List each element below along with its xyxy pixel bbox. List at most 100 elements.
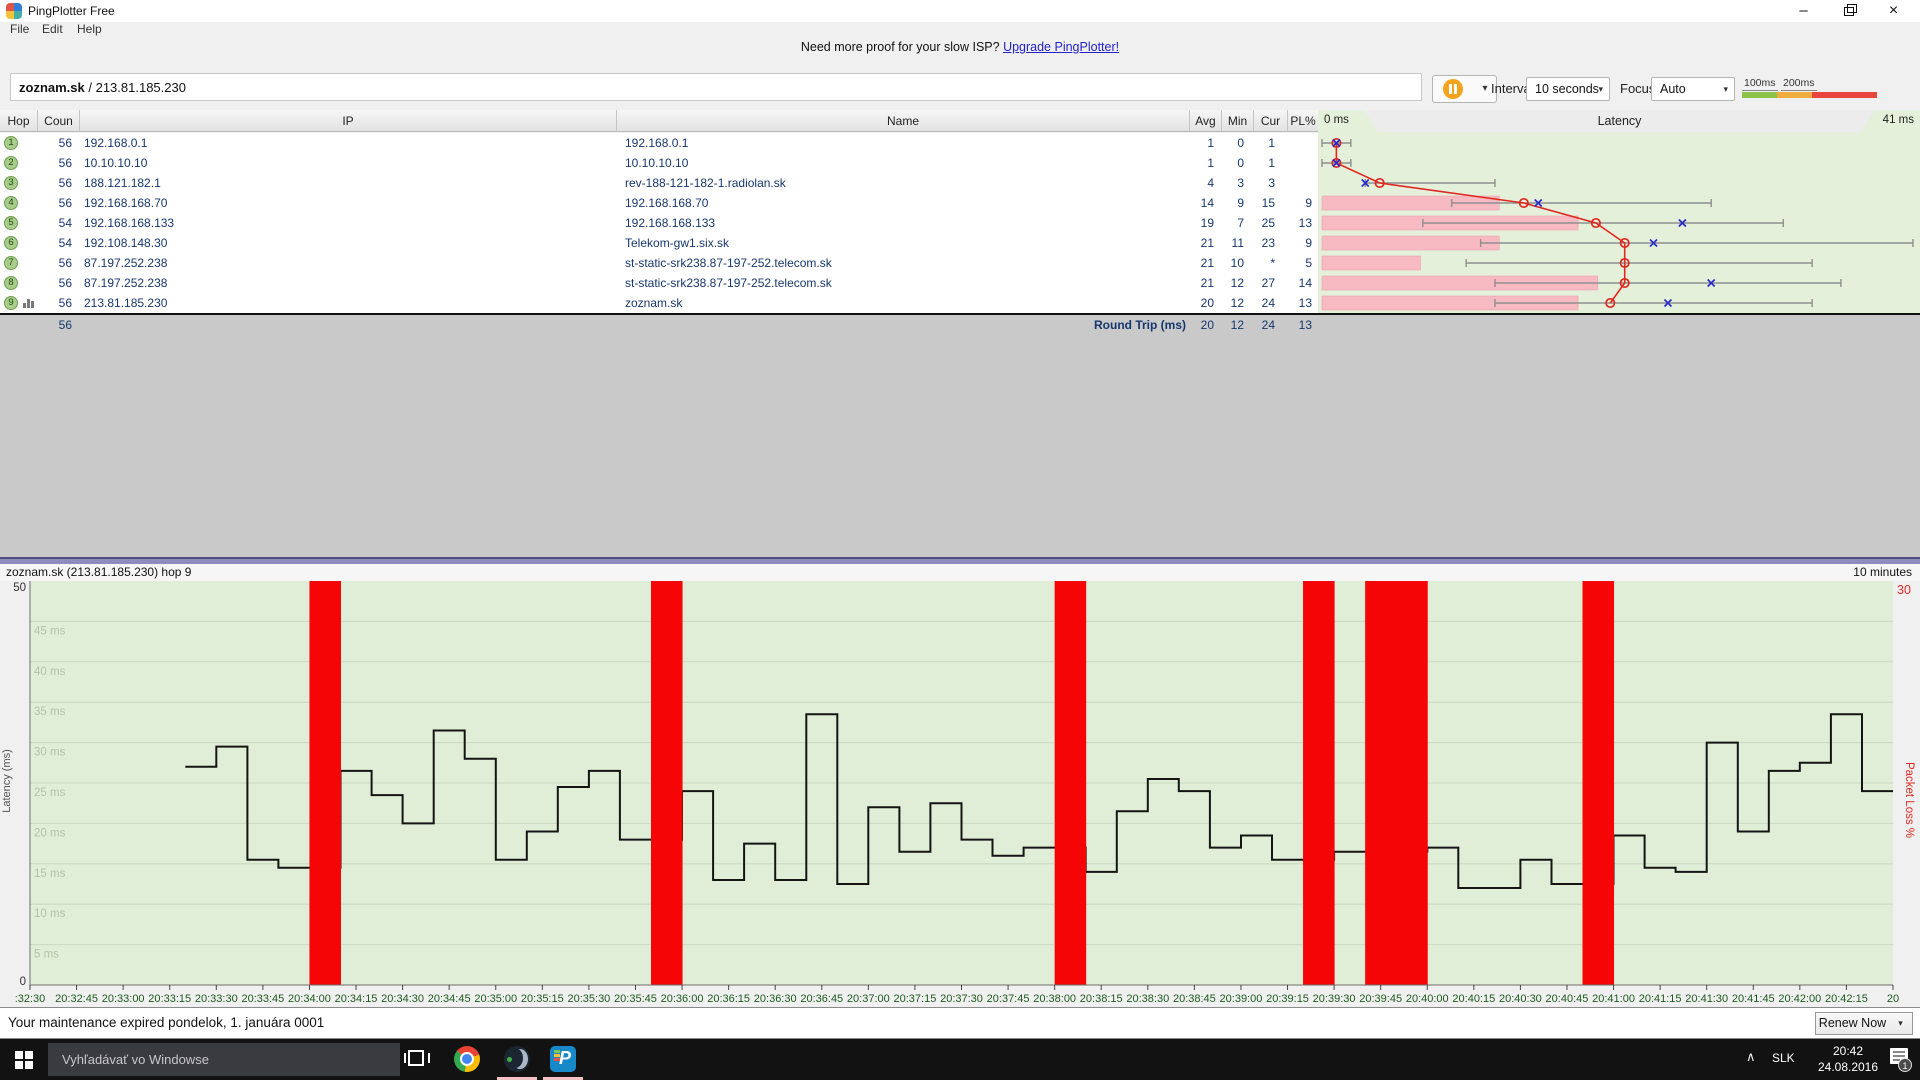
pl-cell: 13 [1278, 293, 1312, 313]
hop-row-8[interactable]: 85687.197.252.238st-static-srk238.87-197… [0, 273, 1318, 293]
ip-cell: 192.108.148.30 [84, 233, 167, 253]
timeline-graph[interactable]: 45 ms40 ms35 ms30 ms25 ms20 ms15 ms10 ms… [0, 581, 1920, 1007]
time-tick-label: 20:33:15 [148, 993, 191, 1005]
avg-cell: 14 [1182, 193, 1214, 213]
grid-label: 15 ms [34, 868, 66, 880]
windows-taskbar: Vyhľadávať vo Windowse P ∧ SLK 20:42 24.… [0, 1039, 1920, 1080]
pl-cell: 13 [1278, 213, 1312, 233]
hop-row-2[interactable]: 25610.10.10.1010.10.10.10101 [0, 153, 1318, 173]
time-tick-label: 20:42:15 [1825, 993, 1868, 1005]
latency-scale-max: 41 ms [1883, 114, 1914, 126]
grid-label: 40 ms [34, 666, 66, 678]
task-view-button[interactable] [404, 1048, 430, 1070]
target-address-box[interactable]: zoznam.sk / 213.81.185.230 [10, 73, 1422, 101]
focus-select[interactable]: Auto▾ [1651, 77, 1735, 101]
time-tick-label: 20:35:15 [521, 993, 564, 1005]
grid-label: 30 ms [34, 747, 66, 759]
packet-loss-bar [1322, 236, 1499, 250]
hop-table-body: 156192.168.0.1192.168.0.110125610.10.10.… [0, 133, 1318, 313]
time-tick-label: 20:38:30 [1126, 993, 1169, 1005]
grid-label: 45 ms [34, 625, 66, 637]
header-min[interactable]: Min [1222, 110, 1254, 132]
tray-date: 24.08.2016 [1810, 1059, 1886, 1075]
packet-loss-bar [1322, 256, 1421, 270]
pause-icon [1443, 79, 1463, 99]
hop-number-badge: 9 [4, 296, 18, 310]
time-tick-label: 20:38:45 [1173, 993, 1216, 1005]
pingplotter-window: PingPlotter Free – × File Edit Help Need… [0, 0, 1920, 1080]
latency-column-header: 0 ms Latency 41 ms [1318, 110, 1920, 133]
latency-color-legend [1742, 92, 1877, 98]
packet-loss-period [1365, 581, 1397, 985]
hop-row-3[interactable]: 356188.121.182.1rev-188-121-182-1.radiol… [0, 173, 1318, 193]
time-tick-label: :32:30 [15, 993, 46, 1005]
time-tick-label: 20:37:30 [940, 993, 983, 1005]
header-cur[interactable]: Cur [1254, 110, 1288, 132]
header-ip[interactable]: IP [80, 110, 617, 132]
clock[interactable]: 20:42 24.08.2016 [1810, 1043, 1886, 1075]
pl-cell: 5 [1278, 253, 1312, 273]
time-tick-label: 20:37:45 [987, 993, 1030, 1005]
hop-row-5[interactable]: 554192.168.168.133192.168.168.1331972513 [0, 213, 1318, 233]
time-tick-label: 20:39:30 [1313, 993, 1356, 1005]
header-pl[interactable]: PL% [1288, 110, 1318, 132]
hop-row-1[interactable]: 156192.168.0.1192.168.0.1101 [0, 133, 1318, 153]
status-bar: Your maintenance expired pondelok, 1. ja… [0, 1007, 1920, 1039]
cur-cell: 3 [1243, 173, 1275, 193]
time-tick-label: 20:40:45 [1546, 993, 1589, 1005]
cur-cell: 23 [1243, 233, 1275, 253]
restore-button[interactable] [1826, 0, 1871, 22]
media-app-icon[interactable] [504, 1046, 530, 1072]
round-trip-row: 56 Round Trip (ms) 20 12 24 13 [0, 313, 1920, 336]
avg-cell: 19 [1182, 213, 1214, 233]
renew-dropdown-button[interactable]: ▾ [1889, 1012, 1913, 1035]
ip-cell: 192.168.168.133 [84, 213, 174, 233]
pl-cell: 14 [1278, 273, 1312, 293]
time-tick-label: 20:36:00 [661, 993, 704, 1005]
tray-chevron-icon[interactable]: ∧ [1746, 1049, 1756, 1065]
pingplotter-taskbar-icon[interactable]: P [550, 1046, 576, 1072]
hop-row-9[interactable]: 956213.81.185.230zoznam.sk20122413 [0, 293, 1318, 313]
start-button[interactable] [0, 1039, 48, 1080]
pl-cell: 9 [1278, 233, 1312, 253]
menu-edit[interactable]: Edit [38, 22, 67, 40]
hop-latency-graph[interactable] [1318, 133, 1920, 313]
ip-cell: 87.197.252.238 [84, 273, 167, 293]
menu-file[interactable]: File [6, 22, 33, 40]
timeline-range-label[interactable]: 10 minutes [1853, 565, 1912, 579]
round-trip-label: Round Trip (ms) [900, 315, 1186, 335]
header-count[interactable]: Coun [38, 110, 80, 132]
hop-row-4[interactable]: 456192.168.168.70192.168.168.70149159 [0, 193, 1318, 213]
header-hop[interactable]: Hop [0, 110, 38, 132]
minimize-button[interactable]: – [1781, 0, 1826, 22]
language-indicator[interactable]: SLK [1772, 1051, 1795, 1065]
packet-loss-period [1396, 581, 1428, 985]
upgrade-link[interactable]: Upgrade PingPlotter! [1003, 40, 1119, 54]
avg-cell: 21 [1182, 253, 1214, 273]
pause-button[interactable] [1432, 75, 1476, 103]
time-tick-label: 20:36:45 [800, 993, 843, 1005]
header-name[interactable]: Name [617, 110, 1190, 132]
header-avg[interactable]: Avg [1190, 110, 1222, 132]
renew-now-button[interactable]: Renew Now [1815, 1012, 1890, 1035]
hop-row-7[interactable]: 75687.197.252.238st-static-srk238.87-197… [0, 253, 1318, 273]
interval-select[interactable]: 10 seconds▾ [1526, 77, 1610, 101]
hop-row-6[interactable]: 654192.108.148.30Telekom-gw1.six.sk21112… [0, 233, 1318, 253]
chrome-icon[interactable] [454, 1046, 480, 1072]
avg-cell: 4 [1182, 173, 1214, 193]
time-tick-label: 20:38:00 [1033, 993, 1076, 1005]
count-cell: 54 [38, 213, 72, 233]
count-cell: 56 [38, 173, 72, 193]
menu-help[interactable]: Help [73, 22, 106, 40]
time-tick-label: 20:40:15 [1452, 993, 1495, 1005]
time-tick-label: 20:34:30 [381, 993, 424, 1005]
name-cell: st-static-srk238.87-197-252.telecom.sk [625, 273, 832, 293]
taskbar-search-input[interactable]: Vyhľadávať vo Windowse [48, 1043, 400, 1076]
close-button[interactable]: × [1871, 0, 1916, 22]
time-tick-label: 20:39:45 [1359, 993, 1402, 1005]
hop-number-badge: 8 [4, 276, 18, 290]
panel-splitter[interactable] [0, 557, 1920, 564]
time-tick-label: 20:41:00 [1592, 993, 1635, 1005]
ip-cell: 213.81.185.230 [84, 293, 167, 313]
time-tick-label: 20:33:30 [195, 993, 238, 1005]
